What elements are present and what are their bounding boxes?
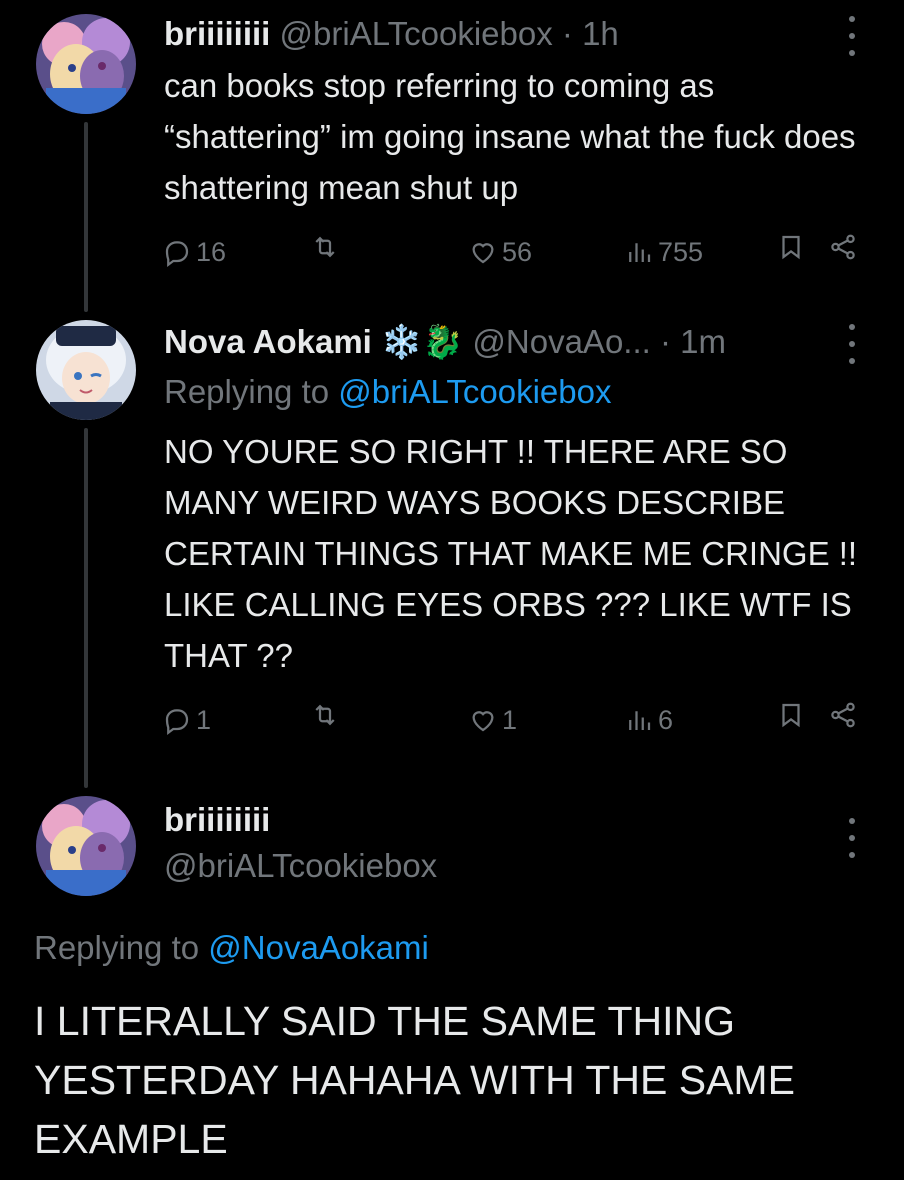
reply-count: 16 <box>196 237 227 267</box>
tweet-header: briiiiiiii @briALTcookiebox · 1h <box>164 14 619 54</box>
share-icon <box>831 234 855 260</box>
display-name[interactable]: briiiiiiii <box>164 15 270 52</box>
retweet-button[interactable] <box>310 700 344 730</box>
separator-dot: · <box>561 15 573 52</box>
thread-line <box>84 428 88 788</box>
name-emoji: ❄️🐉 <box>381 323 464 360</box>
reply-button[interactable]: 16 <box>162 232 226 272</box>
share-button[interactable] <box>828 700 858 730</box>
replying-label: Replying to <box>34 929 200 966</box>
heart-icon <box>472 711 494 732</box>
tweet-actions: 1 1 6 <box>162 700 862 740</box>
avatar[interactable] <box>36 320 136 420</box>
tweet-text: NO YOURE SO RIGHT !! THERE ARE SO MANY W… <box>164 433 858 674</box>
replying-to: Replying to @briALTcookiebox <box>164 372 611 412</box>
more-icon[interactable] <box>845 818 859 858</box>
tweet-text: can books stop referring to coming as “s… <box>164 67 856 206</box>
user-handle[interactable]: @briALTcookiebox <box>164 847 437 884</box>
bookmark-button[interactable] <box>776 232 806 262</box>
display-name[interactable]: Nova Aokami <box>164 323 372 360</box>
retweet-icon <box>315 704 335 726</box>
focused-tweet-name: briiiiiiii <box>164 800 270 840</box>
tweet-actions: 16 56 755 <box>162 232 862 272</box>
focused-tweet-text: I LITERALLY SAID THE SAME THING YESTERDA… <box>34 998 795 1162</box>
display-name[interactable]: briiiiiiii <box>164 801 270 838</box>
views-icon <box>629 711 651 730</box>
like-count: 56 <box>502 237 533 267</box>
views-button[interactable]: 6 <box>624 700 673 740</box>
share-icon <box>831 702 855 728</box>
thread-line <box>84 122 88 312</box>
avatar-image <box>36 796 136 896</box>
focused-tweet-handle: @briALTcookiebox <box>164 846 437 886</box>
replying-label: Replying to <box>164 373 330 410</box>
retweet-button[interactable] <box>310 232 344 262</box>
replying-to: Replying to @NovaAokami <box>34 928 429 968</box>
tweet-header: Nova Aokami ❄️🐉 @NovaAo... · 1m <box>164 322 726 362</box>
like-count: 1 <box>502 705 518 735</box>
views-count: 755 <box>658 237 704 267</box>
avatar[interactable] <box>36 796 136 896</box>
avatar-image <box>36 14 136 114</box>
heart-icon <box>472 243 494 264</box>
reply-icon <box>165 709 189 735</box>
reply-icon <box>165 241 189 267</box>
like-button[interactable]: 1 <box>468 700 517 740</box>
user-handle[interactable]: @briALTcookiebox <box>280 15 553 52</box>
avatar-image <box>36 320 136 420</box>
user-handle[interactable]: @NovaAo... <box>472 323 650 360</box>
conversation-thread: briiiiiiii @briALTcookiebox · 1h can boo… <box>0 0 904 1180</box>
more-icon[interactable] <box>845 16 859 56</box>
replying-to-mention[interactable]: @briALTcookiebox <box>338 373 611 410</box>
timestamp[interactable]: 1m <box>680 323 726 360</box>
share-button[interactable] <box>828 232 858 262</box>
reply-button[interactable]: 1 <box>162 700 211 740</box>
like-button[interactable]: 56 <box>468 232 532 272</box>
reply-count: 1 <box>196 705 212 735</box>
views-count: 6 <box>658 705 674 735</box>
timestamp[interactable]: 1h <box>582 15 619 52</box>
bookmark-icon <box>782 703 800 728</box>
views-icon <box>629 243 651 262</box>
avatar[interactable] <box>36 14 136 114</box>
bookmark-icon <box>782 235 800 260</box>
retweet-icon <box>315 236 335 258</box>
separator-dot: · <box>659 323 671 360</box>
views-button[interactable]: 755 <box>624 232 703 272</box>
replying-to-mention[interactable]: @NovaAokami <box>208 929 429 966</box>
bookmark-button[interactable] <box>776 700 806 730</box>
more-icon[interactable] <box>845 324 859 364</box>
